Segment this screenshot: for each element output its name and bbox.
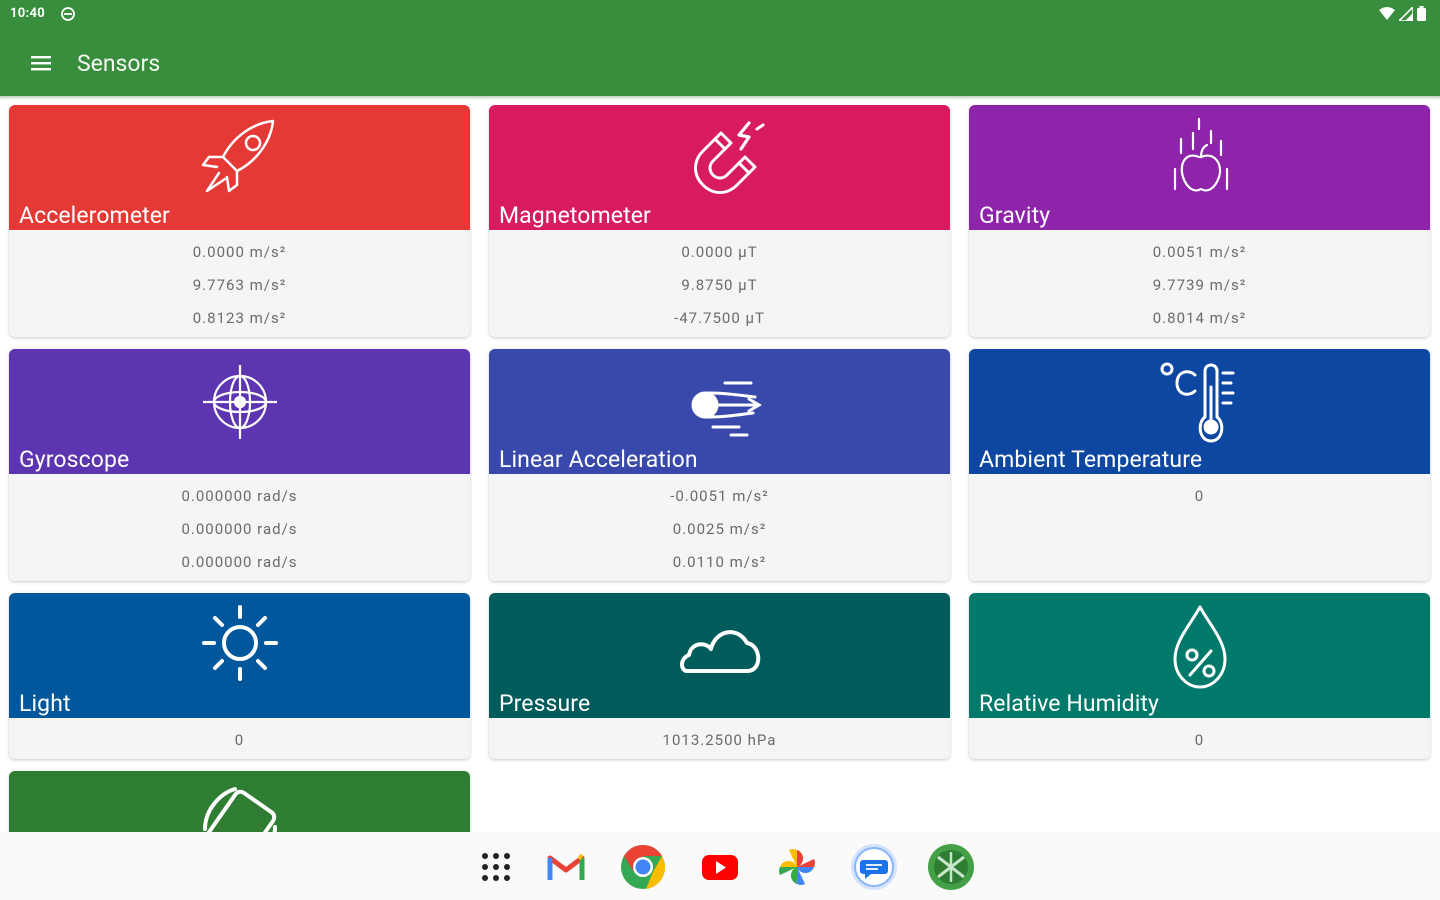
sensor-value-z: 0.0110 m/s² [672,553,767,571]
signal-icon [1399,6,1413,21]
sun-icon [201,605,278,681]
sensor-value: 0 [234,731,245,749]
sensor-values: 0.0000 m/s² 9.7763 m/s² 0.8123 m/s² [9,230,470,337]
sensor-value-y: 9.7763 m/s² [192,276,287,294]
sensor-value-z: 0.8123 m/s² [192,309,287,327]
sensor-value-y: 0.000000 rad/s [181,520,298,538]
sensor-card-magnetometer[interactable]: Magnetometer 0.0000 µT 9.8750 µT -47.750… [489,105,950,337]
sensor-values: 0.0051 m/s² 9.7739 m/s² 0.8014 m/s² [969,230,1430,337]
wifi-icon [1379,6,1395,20]
sensor-values: 0 [969,474,1430,518]
sensor-name: Accelerometer [19,202,170,229]
app-bar: Sensors [0,30,1440,96]
photos-icon[interactable] [772,842,822,892]
sensor-value-y: 9.7739 m/s² [1152,276,1247,294]
page-title: Sensors [77,50,161,77]
card-header: Pressure [489,593,950,718]
sensor-values: 0.000000 rad/s 0.000000 rad/s 0.000000 r… [9,474,470,581]
sensor-card-gravity[interactable]: Gravity 0.0051 m/s² 9.7739 m/s² 0.8014 m… [969,105,1430,337]
card-header: Relative Humidity [969,593,1430,718]
grid-icon[interactable] [471,842,521,892]
sensor-value-x: 0.0000 µT [681,243,758,261]
card-header: Ambient Temperature [969,349,1430,474]
app-bar-shadow [0,96,1440,100]
sensor-value: 1013.2500 hPa [662,731,777,749]
card-header: Accelerometer [9,105,470,230]
chrome-icon[interactable] [618,842,668,892]
youtube-icon[interactable] [695,842,745,892]
falling-apple-icon [1173,117,1228,192]
sensor-card-relative-humidity[interactable]: Relative Humidity 0 [969,593,1430,759]
card-header: Linear Acceleration [489,349,950,474]
sensor-values: 0.0000 µT 9.8750 µT -47.7500 µT [489,230,950,337]
sensor-name: Gyroscope [19,446,130,473]
gmail-icon[interactable] [541,842,591,892]
sensor-card-accelerometer[interactable]: Accelerometer 0.0000 m/s² 9.7763 m/s² 0.… [9,105,470,337]
sensor-value-z: 0.000000 rad/s [181,553,298,571]
sensor-value-y: 0.0025 m/s² [672,520,767,538]
sensor-name: Linear Acceleration [499,446,698,473]
sensor-name: Pressure [499,690,591,717]
sensor-name: Ambient Temperature [979,446,1203,473]
sensor-values: 1013.2500 hPa [489,718,950,759]
sensor-value: 0 [1194,731,1205,749]
app-dock [0,832,1440,900]
status-time: 10:40 [10,6,45,21]
thermometer-icon [1160,362,1234,443]
messages-icon[interactable] [849,842,899,892]
magnet-icon [693,121,764,194]
sensor-value: 0 [1194,487,1205,505]
card-header: Gyroscope [9,349,470,474]
sensor-card-light[interactable]: Light 0 [9,593,470,759]
sensor-name: Magnetometer [499,202,651,229]
sensor-values: 0 [969,718,1430,759]
sensor-value-x: 0.0000 m/s² [192,243,287,261]
sensor-name: Relative Humidity [979,690,1160,717]
sensor-value-x: 0.0051 m/s² [1152,243,1247,261]
card-header: Light [9,593,470,718]
card-header: Magnetometer [489,105,950,230]
sensors-app-icon[interactable] [926,842,976,892]
cloud-icon [679,630,760,673]
sensor-card-linear-acceleration[interactable]: Linear Acceleration -0.0051 m/s² 0.0025 … [489,349,950,581]
sensor-name: Gravity [979,202,1051,229]
status-bar: 10:40 [0,0,1440,30]
gyroscope-icon [202,365,277,439]
menu-icon[interactable] [28,50,54,76]
sensor-value-y: 9.8750 µT [681,276,758,294]
sensor-value-x: 0.000000 rad/s [181,487,298,505]
sensor-value-x: -0.0051 m/s² [670,487,769,505]
sensor-values: 0 [9,718,470,759]
rocket-icon [201,119,274,193]
speed-ball-icon [691,381,762,437]
sensor-card-pressure[interactable]: Pressure 1013.2500 hPa [489,593,950,759]
battery-icon [1417,6,1426,21]
sensor-value-z: 0.8014 m/s² [1152,309,1247,327]
sensor-value-z: -47.7500 µT [674,309,765,327]
sensor-name: Light [19,690,71,717]
sensor-card-ambient-temperature[interactable]: Ambient Temperature 0 [969,349,1430,581]
sensor-card-gyroscope[interactable]: Gyroscope 0.000000 rad/s 0.000000 rad/s … [9,349,470,581]
card-header: Gravity [969,105,1430,230]
humidity-drop-icon [1173,605,1226,689]
sync-icon [61,7,75,21]
sensor-values: -0.0051 m/s² 0.0025 m/s² 0.0110 m/s² [489,474,950,581]
